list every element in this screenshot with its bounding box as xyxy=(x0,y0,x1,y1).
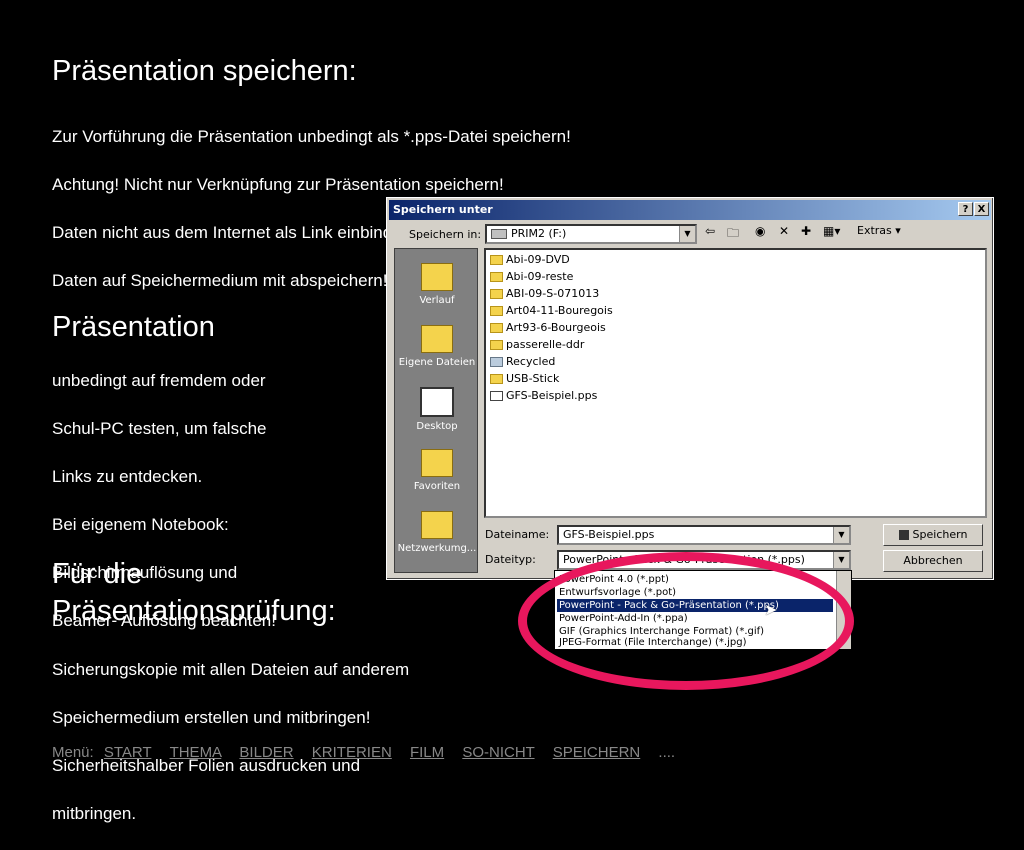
highlight-ellipse xyxy=(518,552,854,690)
place-desktop[interactable]: Desktop xyxy=(395,387,479,432)
view-menu-icon[interactable]: ▦▾ xyxy=(823,224,840,238)
places-bar: Verlauf Eigene Dateien Desktop Favoriten… xyxy=(394,248,478,573)
history-icon xyxy=(421,263,453,291)
text-line: Bei eigenem Notebook: xyxy=(52,515,229,534)
new-folder-icon[interactable]: ✚ xyxy=(801,224,811,238)
save-as-dialog: Speichern unter ? X Speichern in: PRIM2 … xyxy=(386,197,994,580)
folder-icon xyxy=(490,323,503,333)
list-item[interactable]: Abi-09-DVD xyxy=(490,252,570,268)
heading-exam-line1: Für die xyxy=(52,558,143,590)
menu-link-film[interactable]: FILM xyxy=(410,744,444,761)
dialog-title-bar: Speichern unter xyxy=(389,200,991,220)
place-label: Netzwerkumg... xyxy=(397,543,477,554)
menu-link-start[interactable]: START xyxy=(104,744,152,761)
file-name: ABI-09-S-071013 xyxy=(506,287,600,300)
pps-file-icon xyxy=(490,391,503,401)
text-line: Links zu entdecken. xyxy=(52,467,203,486)
extras-menu[interactable]: Extras ▾ xyxy=(857,224,901,237)
place-label: Desktop xyxy=(416,421,458,432)
menu-link-thema[interactable]: THEMA xyxy=(170,744,222,761)
text-line: Zur Vorführung die Präsentation unbeding… xyxy=(52,127,571,146)
file-name: Art93-6-Bourgeois xyxy=(506,321,606,334)
file-name: Recycled xyxy=(506,355,556,368)
file-name: Abi-09-reste xyxy=(506,270,574,283)
network-icon xyxy=(421,511,453,539)
exam-instructions: Sicherungskopie mit allen Dateien auf an… xyxy=(52,634,409,850)
file-name: GFS-Beispiel.pps xyxy=(506,389,598,402)
drive-icon xyxy=(491,229,507,239)
menu-link-bilder[interactable]: BILDER xyxy=(239,744,293,761)
place-my-documents[interactable]: Eigene Dateien xyxy=(395,325,479,368)
place-label: Eigene Dateien xyxy=(398,357,476,368)
folder-icon xyxy=(490,272,503,282)
help-button[interactable]: ? xyxy=(958,202,973,216)
text-line: unbedingt auf fremdem oder xyxy=(52,371,266,390)
extras-label: Extras xyxy=(857,224,892,237)
heading-exam-line2: Präsentationsprüfung: xyxy=(52,595,336,627)
back-icon[interactable]: ⇦ xyxy=(705,224,715,238)
close-button[interactable]: X xyxy=(974,202,989,216)
menu-more: .... xyxy=(658,744,676,761)
chevron-down-icon: ▼ xyxy=(679,226,695,242)
desktop-icon xyxy=(420,387,454,417)
menu-link-speichern[interactable]: SPEICHERN xyxy=(553,744,641,761)
save-button-label: Speichern xyxy=(912,528,968,541)
filename-label: Dateiname: xyxy=(485,528,550,541)
folder-icon xyxy=(490,340,503,350)
text-line: Schul-PC testen, um falsche xyxy=(52,419,267,438)
place-label: Favoriten xyxy=(413,481,461,492)
heading-presentation: Präsentation xyxy=(52,311,215,343)
list-item[interactable]: GFS-Beispiel.pps xyxy=(490,388,597,404)
filename-value: GFS-Beispiel.pps xyxy=(563,528,655,541)
list-item[interactable]: Abi-09-reste xyxy=(490,269,573,285)
save-button[interactable]: Speichern xyxy=(883,524,983,546)
list-item[interactable]: ABI-09-S-071013 xyxy=(490,286,599,302)
navigation-menu: Menü: START THEMA BILDER KRITERIEN FILM … xyxy=(52,744,675,761)
folder-icon xyxy=(421,325,453,353)
text-line: Sicherungskopie mit allen Dateien auf an… xyxy=(52,660,410,679)
menu-link-kriterien[interactable]: KRITERIEN xyxy=(312,744,392,761)
favorites-icon xyxy=(421,449,453,477)
dialog-title: Speichern unter xyxy=(393,203,493,216)
list-item[interactable]: Art93-6-Bourgeois xyxy=(490,320,606,336)
folder-icon xyxy=(490,289,503,299)
disk-icon xyxy=(898,530,909,540)
place-network[interactable]: Netzwerkumg... xyxy=(395,511,479,554)
filetype-label: Dateityp: xyxy=(485,553,536,566)
text-line: mitbringen. xyxy=(52,804,137,823)
file-list: Abi-09-DVD Abi-09-reste ABI-09-S-071013 … xyxy=(484,248,987,518)
menu-label: Menü: xyxy=(52,744,94,761)
recycle-bin-icon xyxy=(490,357,503,367)
chevron-down-icon: ▼ xyxy=(833,527,849,543)
list-item[interactable]: USB-Stick xyxy=(490,371,559,387)
folder-up-icon[interactable]: 🗀 xyxy=(727,224,739,245)
cancel-button[interactable]: Abbrechen xyxy=(883,550,983,572)
file-name: Art04-11-Bouregois xyxy=(506,304,613,317)
file-name: passerelle-ddr xyxy=(506,338,585,351)
place-label: Verlauf xyxy=(419,295,455,306)
place-history[interactable]: Verlauf xyxy=(395,263,479,306)
folder-icon xyxy=(490,374,503,384)
text-line: Achtung! Nicht nur Verknüpfung zur Präse… xyxy=(52,175,504,194)
place-favorites[interactable]: Favoriten xyxy=(395,449,479,492)
save-in-select[interactable]: PRIM2 (F:) ▼ xyxy=(485,224,697,244)
list-item[interactable]: passerelle-ddr xyxy=(490,337,584,353)
menu-link-so-nicht[interactable]: SO-NICHT xyxy=(462,744,534,761)
list-item[interactable]: Art04-11-Bouregois xyxy=(490,303,613,319)
chevron-down-icon: ▼ xyxy=(833,552,849,568)
folder-icon xyxy=(490,306,503,316)
folder-icon xyxy=(490,255,503,265)
heading-save-presentation: Präsentation speichern: xyxy=(52,55,357,87)
file-name: Abi-09-DVD xyxy=(506,253,570,266)
delete-icon[interactable]: ✕ xyxy=(779,224,789,238)
text-line: Speichermedium erstellen und mitbringen! xyxy=(52,708,371,727)
list-item[interactable]: Recycled xyxy=(490,354,555,370)
save-in-value: PRIM2 (F:) xyxy=(511,227,567,240)
file-name: USB-Stick xyxy=(506,372,560,385)
search-web-icon[interactable]: ◉ xyxy=(755,224,765,238)
filename-field[interactable]: GFS-Beispiel.pps ▼ xyxy=(557,525,851,545)
save-in-label: Speichern in: xyxy=(409,228,482,241)
